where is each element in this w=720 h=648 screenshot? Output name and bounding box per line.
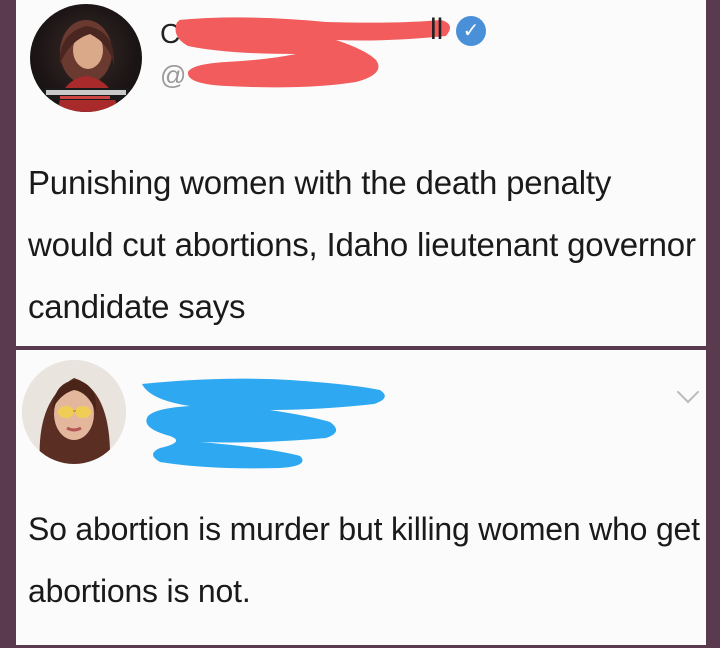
tweet-text: Punishing women with the death penalty w… [28, 164, 696, 325]
profile-photo [44, 20, 128, 112]
profile-photo [22, 360, 126, 464]
avatar[interactable] [22, 360, 126, 464]
name-redaction [175, 17, 451, 88]
name-redaction [142, 378, 385, 469]
avatar[interactable] [30, 4, 142, 112]
tweet-card-1: C @ ll ✓ Punishing women with the death … [16, 0, 706, 346]
verified-badge-icon: ✓ [456, 16, 486, 46]
tweet-text: So abortion is murder but killing women … [28, 511, 700, 609]
tweet-card-2: So abortion is murder but killing women … [16, 350, 706, 645]
display-name-tail: ll [430, 13, 444, 46]
chevron-down-icon[interactable] [676, 380, 700, 404]
